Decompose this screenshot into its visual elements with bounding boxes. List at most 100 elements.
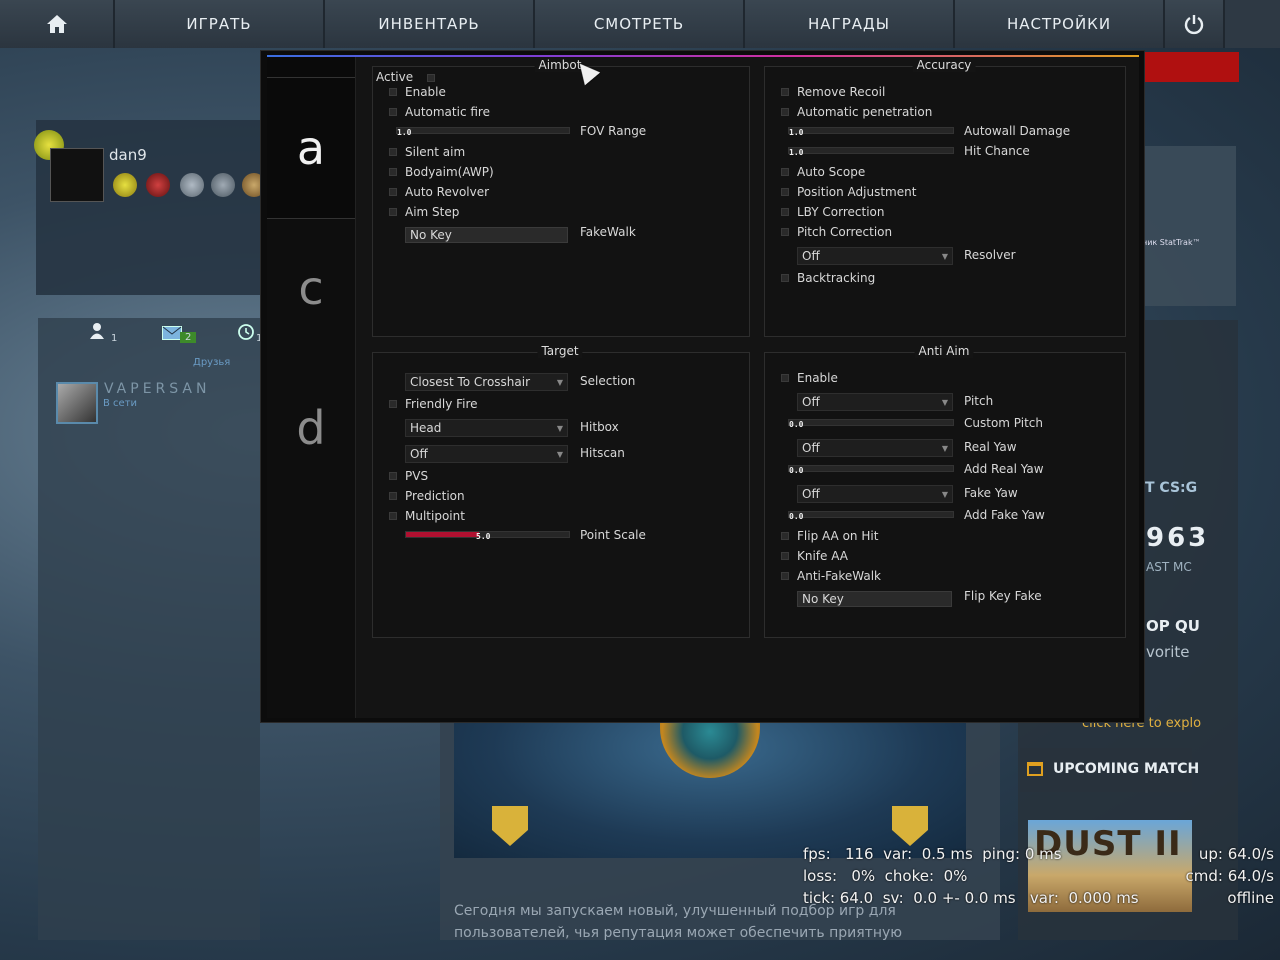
news-title-fragment: T CS:G bbox=[1145, 480, 1198, 496]
home-icon bbox=[46, 15, 67, 33]
aimbot-active-checkbox[interactable] bbox=[427, 74, 435, 82]
knife-aa-label: Knife AA bbox=[797, 549, 848, 563]
custom-pitch-slider[interactable] bbox=[788, 419, 954, 426]
medal-icon bbox=[113, 173, 137, 197]
flip-key-label: Flip Key Fake bbox=[964, 589, 1042, 603]
prediction-label: Prediction bbox=[405, 489, 465, 503]
real-yaw-label: Real Yaw bbox=[964, 440, 1017, 454]
fake-yaw-label: Fake Yaw bbox=[964, 486, 1018, 500]
pvs-label: PVS bbox=[405, 469, 429, 483]
chevron-down-icon: ▼ bbox=[941, 398, 948, 407]
avatar[interactable] bbox=[50, 148, 104, 202]
nav-rewards[interactable]: НАГРАДЫ bbox=[745, 0, 955, 48]
home-button[interactable] bbox=[0, 0, 115, 48]
accent-bar bbox=[267, 55, 1139, 57]
point-scale-value: 5.0 bbox=[476, 532, 491, 541]
hit-chance-value: 1.0 bbox=[789, 148, 804, 157]
multipoint-checkbox[interactable] bbox=[389, 512, 397, 520]
target-title: Target bbox=[537, 344, 583, 358]
position-adjustment-checkbox[interactable] bbox=[781, 188, 789, 196]
medal-icon bbox=[211, 173, 235, 197]
knife-aa-checkbox[interactable] bbox=[781, 552, 789, 560]
automatic-penetration-checkbox[interactable] bbox=[781, 108, 789, 116]
point-scale-label: Point Scale bbox=[580, 528, 646, 542]
hitbox-dropdown[interactable]: Head ▼ bbox=[405, 419, 568, 437]
antiaim-title: Anti Aim bbox=[914, 344, 974, 358]
hitbox-value: Head bbox=[410, 421, 442, 435]
number-fragment: 963 bbox=[1146, 523, 1210, 553]
nav-settings[interactable]: НАСТРОЙКИ bbox=[955, 0, 1165, 48]
resolver-value: Off bbox=[802, 249, 820, 263]
add-fake-yaw-slider[interactable] bbox=[788, 511, 954, 518]
friend-name[interactable]: VAPERSAN bbox=[104, 381, 210, 397]
custom-pitch-value: 0.0 bbox=[789, 420, 804, 429]
add-real-yaw-slider[interactable] bbox=[788, 465, 954, 472]
accuracy-title: Accuracy bbox=[912, 58, 976, 72]
autowall-damage-value: 1.0 bbox=[789, 128, 804, 137]
silent-aim-checkbox[interactable] bbox=[389, 148, 397, 156]
history-icon[interactable] bbox=[236, 323, 256, 341]
power-button[interactable] bbox=[1165, 0, 1225, 48]
tab-a[interactable]: a bbox=[267, 77, 355, 219]
add-fake-yaw-value: 0.0 bbox=[789, 512, 804, 521]
tab-spacer bbox=[267, 57, 355, 77]
remove-recoil-checkbox[interactable] bbox=[781, 88, 789, 96]
lby-correction-checkbox[interactable] bbox=[781, 208, 789, 216]
enable-label: Enable bbox=[405, 85, 446, 99]
selection-dropdown[interactable]: Closest To Crosshair ▼ bbox=[405, 373, 568, 391]
hit-chance-slider[interactable] bbox=[788, 147, 954, 154]
tab-c[interactable]: c bbox=[267, 218, 355, 358]
auto-revolver-checkbox[interactable] bbox=[389, 188, 397, 196]
pitch-correction-checkbox[interactable] bbox=[781, 228, 789, 236]
fov-range-value: 1.0 bbox=[397, 128, 412, 137]
fakewalk-key-button[interactable]: No Key bbox=[405, 227, 568, 243]
nav-inventory[interactable]: ИНВЕНТАРЬ bbox=[325, 0, 535, 48]
power-icon bbox=[1184, 15, 1204, 35]
enable-checkbox[interactable] bbox=[389, 88, 397, 96]
friend-avatar[interactable] bbox=[56, 382, 98, 424]
lby-correction-label: LBY Correction bbox=[797, 205, 885, 219]
mail-icon[interactable] bbox=[162, 326, 182, 340]
real-yaw-dropdown[interactable]: Off ▼ bbox=[797, 439, 953, 457]
shop-fragment: OP QU bbox=[1146, 617, 1200, 635]
automatic-penetration-label: Automatic penetration bbox=[797, 105, 933, 119]
medal-icon bbox=[146, 173, 170, 197]
friends-icon[interactable] bbox=[89, 322, 105, 340]
backtracking-checkbox[interactable] bbox=[781, 274, 789, 282]
hitscan-dropdown[interactable]: Off ▼ bbox=[405, 445, 568, 463]
anti-fakewalk-checkbox[interactable] bbox=[781, 572, 789, 580]
fov-range-slider[interactable] bbox=[396, 127, 570, 134]
bodyaim-checkbox[interactable] bbox=[389, 168, 397, 176]
flip-key-button[interactable]: No Key bbox=[797, 591, 952, 607]
selection-label: Selection bbox=[580, 374, 636, 388]
chevron-down-icon: ▼ bbox=[941, 490, 948, 499]
automatic-fire-checkbox[interactable] bbox=[389, 108, 397, 116]
hit-chance-label: Hit Chance bbox=[964, 144, 1030, 158]
chevron-down-icon: ▼ bbox=[556, 378, 563, 387]
prediction-checkbox[interactable] bbox=[389, 492, 397, 500]
resolver-dropdown[interactable]: Off ▼ bbox=[797, 247, 953, 265]
netgraph-line-2: loss: 0% choke: 0% bbox=[803, 867, 968, 885]
friendly-fire-checkbox[interactable] bbox=[389, 400, 397, 408]
nav-watch[interactable]: СМОТРЕТЬ bbox=[535, 0, 745, 48]
flip-aa-on-hit-checkbox[interactable] bbox=[781, 532, 789, 540]
add-fake-yaw-label: Add Fake Yaw bbox=[964, 508, 1045, 522]
pvs-checkbox[interactable] bbox=[389, 472, 397, 480]
stattrak-promo[interactable] bbox=[1140, 146, 1236, 306]
fov-range-label: FOV Range bbox=[580, 124, 647, 138]
antiaim-enable-checkbox[interactable] bbox=[781, 374, 789, 382]
chevron-down-icon: ▼ bbox=[556, 450, 563, 459]
bodyaim-label: Bodyaim(AWP) bbox=[405, 165, 494, 179]
friendly-fire-label: Friendly Fire bbox=[405, 397, 478, 411]
auto-scope-checkbox[interactable] bbox=[781, 168, 789, 176]
resolver-label: Resolver bbox=[964, 248, 1016, 262]
aim-step-checkbox[interactable] bbox=[389, 208, 397, 216]
aim-step-label: Aim Step bbox=[405, 205, 460, 219]
custom-pitch-label: Custom Pitch bbox=[964, 416, 1044, 430]
pitch-dropdown[interactable]: Off ▼ bbox=[797, 393, 953, 411]
nav-play[interactable]: ИГРАТЬ bbox=[115, 0, 325, 48]
aimbot-active-label: Active bbox=[376, 70, 414, 84]
fake-yaw-dropdown[interactable]: Off ▼ bbox=[797, 485, 953, 503]
tab-d[interactable]: d bbox=[267, 358, 355, 498]
autowall-damage-slider[interactable] bbox=[788, 127, 954, 134]
